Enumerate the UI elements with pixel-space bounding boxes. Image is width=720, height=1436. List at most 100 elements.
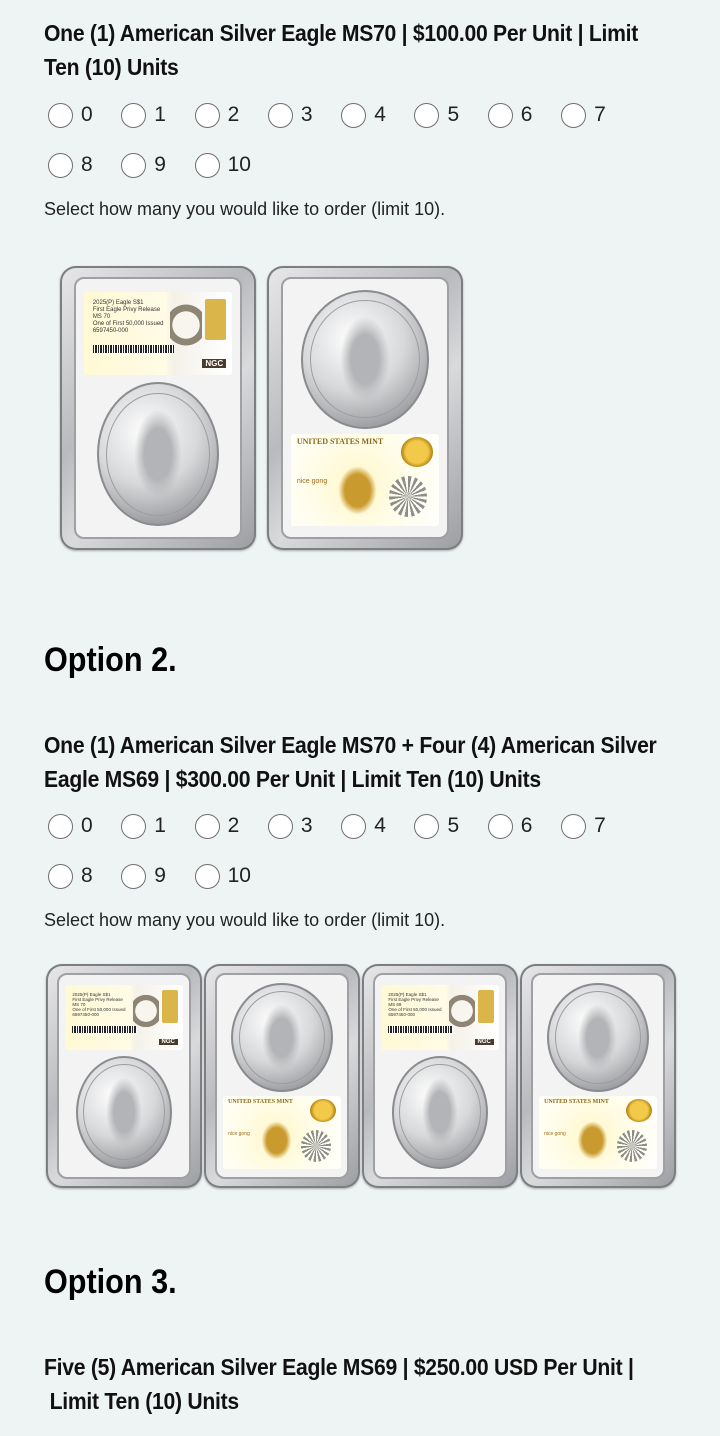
radio-circle[interactable] (121, 102, 147, 128)
option2-qty-0-radio[interactable]: 0 (48, 813, 121, 839)
radio-circle[interactable] (341, 813, 367, 839)
radio-label: 8 (81, 864, 93, 887)
slab-front-ms69: 2025(P) Eagle S$1 First Eagle Privy Rele… (362, 964, 518, 1188)
radio-circle[interactable] (341, 102, 367, 128)
grading-label-text: 2025(P) Eagle S$1 First Eagle Privy Rele… (72, 991, 126, 1017)
radio-label: 9 (154, 864, 166, 887)
radio-label: 7 (594, 103, 606, 126)
option1-qty-10-radio[interactable]: 10 (194, 152, 268, 178)
option2-qty-3-radio[interactable]: 3 (267, 813, 341, 839)
radio-circle[interactable] (48, 863, 73, 889)
radio-circle[interactable] (561, 813, 587, 839)
option1-qty-0-radio[interactable]: 0 (48, 102, 121, 128)
option2-qty-1-radio[interactable]: 1 (121, 813, 194, 839)
slab-inner: UNITED STATES MINT nice gong (530, 972, 666, 1180)
option1-title-line2: Ten (10) Units (44, 54, 179, 80)
radio-circle[interactable] (561, 102, 587, 128)
option2-qty-6-radio[interactable]: 6 (487, 813, 561, 839)
coin-reverse (547, 983, 649, 1093)
option1-qty-5-radio[interactable]: 5 (414, 102, 487, 128)
radio-circle[interactable] (48, 102, 73, 128)
radio-circle[interactable] (121, 813, 147, 839)
radio-label: 1 (154, 814, 166, 837)
coin-reverse (300, 289, 430, 429)
radio-label: 5 (447, 103, 460, 126)
radio-circle[interactable] (48, 813, 73, 839)
radio-circle[interactable] (121, 152, 147, 178)
option1-qty-9-radio[interactable]: 9 (121, 152, 194, 178)
mint-label: UNITED STATES MINT nice gong (223, 1096, 341, 1169)
gold-coin-icon (626, 1099, 652, 1123)
radio-circle[interactable] (194, 863, 220, 889)
option1-qty-8-radio[interactable]: 8 (48, 152, 121, 178)
option2-qty-2-radio[interactable]: 2 (194, 813, 268, 839)
gold-coin-icon (400, 437, 434, 468)
slab-inner: 2025(P) Eagle S$1 First Eagle Privy Rele… (372, 972, 508, 1180)
grading-label: 2025(P) Eagle S$1 First Eagle Privy Rele… (381, 985, 499, 1050)
radio-circle[interactable] (48, 152, 73, 178)
ngc-logo: NGC (202, 358, 227, 368)
radio-label: 7 (594, 814, 606, 837)
radio-circle[interactable] (487, 102, 513, 128)
option1-title-line1: One (1) American Silver Eagle MS70 | $10… (44, 20, 639, 46)
option2-qty-9-radio[interactable]: 9 (121, 863, 194, 889)
radio-label: 10 (227, 864, 251, 887)
slab-back-ms69: UNITED STATES MINT nice gong (520, 964, 676, 1188)
mint-label: UNITED STATES MINT nice gong (290, 433, 440, 527)
griffin-icon (574, 1118, 610, 1164)
radio-label: 5 (447, 814, 460, 837)
barcode (92, 344, 175, 354)
option1-hint: Select how many you would like to order … (44, 199, 446, 219)
barcode (388, 1026, 453, 1033)
slab-front-ms70: 2025(P) Eagle S$1 First Eagle Privy Rele… (60, 266, 256, 550)
nice-gong-logo: nice gong (228, 1131, 250, 1138)
radio-circle[interactable] (194, 102, 220, 128)
coin-obverse (391, 1055, 489, 1169)
eagle-emblem (133, 988, 160, 1044)
griffin-icon (335, 461, 380, 519)
option1-qty-6-radio[interactable]: 6 (487, 102, 561, 128)
walking-liberty-figure (421, 1077, 459, 1148)
option2-heading: Option 2. (44, 641, 177, 679)
option1-title: One (1) American Silver Eagle MS70 | $10… (44, 16, 688, 84)
barcode (72, 1026, 137, 1033)
radio-circle[interactable] (414, 102, 440, 128)
grading-label: 2025(P) Eagle S$1 First Eagle Privy Rele… (65, 985, 183, 1050)
option2-qty-5-radio[interactable]: 5 (414, 813, 487, 839)
eagle-emblem (169, 297, 203, 368)
radio-circle[interactable] (194, 813, 220, 839)
radio-circle[interactable] (267, 813, 293, 839)
qr-code-icon (300, 1129, 332, 1162)
radio-circle[interactable] (194, 152, 220, 178)
option2-qty-10-radio[interactable]: 10 (194, 863, 268, 889)
option2-hint: Select how many you would like to order … (44, 910, 446, 930)
privy-badge (205, 298, 227, 340)
radio-label: 3 (300, 814, 313, 837)
ngc-logo: NGC (474, 1038, 494, 1045)
eagle-figure (340, 315, 390, 403)
nice-gong-logo: nice gong (544, 1131, 566, 1138)
option2-qty-8-radio[interactable]: 8 (48, 863, 121, 889)
option1-qty-7-radio[interactable]: 7 (561, 102, 634, 128)
radio-circle[interactable] (487, 813, 513, 839)
radio-label: 4 (374, 814, 386, 837)
coin-reverse (231, 983, 333, 1093)
option1-qty-3-radio[interactable]: 3 (267, 102, 341, 128)
radio-label: 0 (81, 814, 93, 837)
grading-label-text: 2025(P) Eagle S$1 First Eagle Privy Rele… (388, 991, 442, 1017)
mint-label-text: UNITED STATES MINT (544, 1099, 609, 1106)
option2-qty-4-radio[interactable]: 4 (341, 813, 414, 839)
option1-qty-2-radio[interactable]: 2 (194, 102, 268, 128)
option1-qty-4-radio[interactable]: 4 (341, 102, 414, 128)
option1-qty-1-radio[interactable]: 1 (121, 102, 194, 128)
radio-row: 8 9 10 (48, 140, 688, 190)
radio-circle[interactable] (121, 863, 147, 889)
radio-label: 2 (227, 103, 240, 126)
eagle-emblem (449, 988, 476, 1044)
radio-circle[interactable] (414, 813, 440, 839)
option2-qty-7-radio[interactable]: 7 (561, 813, 634, 839)
radio-label: 9 (154, 153, 166, 176)
radio-circle[interactable] (267, 102, 293, 128)
option3-heading: Option 3. (44, 1263, 177, 1301)
coin-obverse (97, 382, 219, 527)
